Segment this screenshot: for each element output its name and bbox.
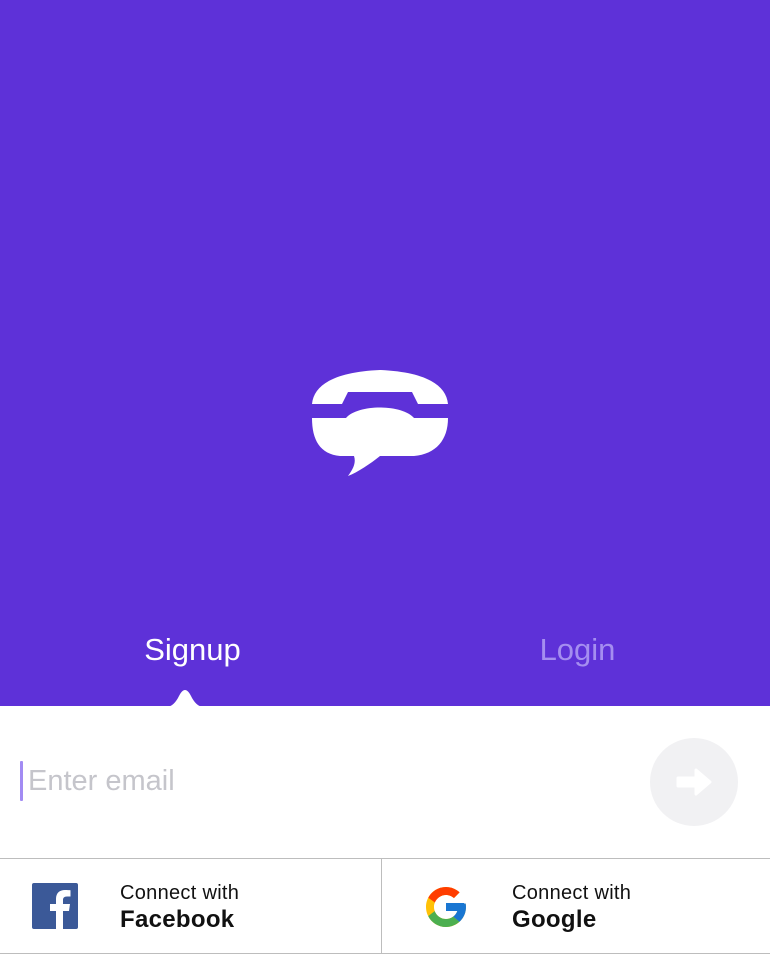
social-login-bar: Connect with Facebook Connect with Googl… — [0, 858, 770, 954]
email-input[interactable] — [28, 758, 618, 804]
connect-facebook-button[interactable]: Connect with Facebook — [0, 859, 382, 953]
text-caret — [20, 761, 23, 801]
google-icon — [426, 887, 466, 927]
facebook-label: Connect with Facebook — [120, 881, 239, 935]
google-label: Connect with Google — [512, 881, 631, 935]
tab-signup[interactable]: Signup — [0, 628, 385, 672]
tab-login[interactable]: Login — [385, 628, 770, 672]
arrow-right-icon — [676, 768, 712, 796]
facebook-line2: Facebook — [120, 906, 235, 933]
google-line1: Connect with — [512, 882, 632, 904]
facebook-line1: Connect with — [120, 882, 240, 904]
submit-button[interactable] — [650, 738, 738, 826]
header-banner: Signup Login — [0, 0, 770, 707]
active-tab-indicator — [154, 690, 216, 707]
google-line2: Google — [512, 906, 597, 933]
facebook-icon — [32, 883, 78, 929]
connect-google-button[interactable]: Connect with Google — [382, 859, 770, 953]
app-logo-icon — [312, 370, 448, 476]
email-entry-row — [0, 706, 770, 858]
